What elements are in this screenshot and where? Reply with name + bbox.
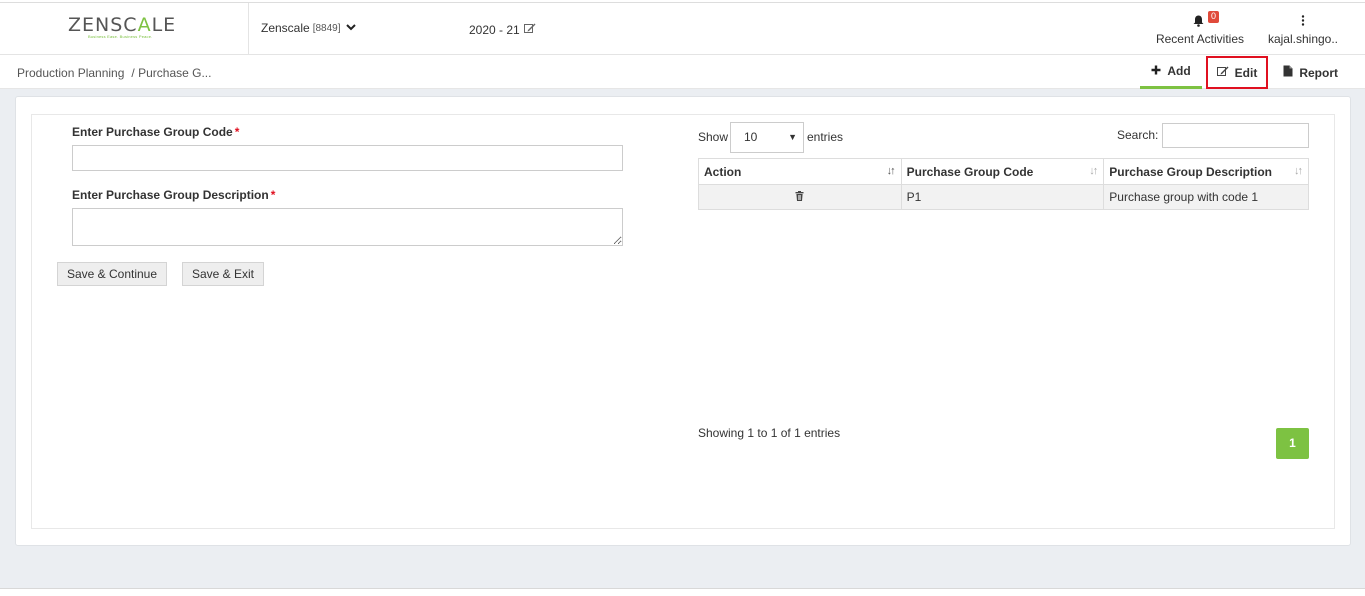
breadcrumb-bar: Production Planning / Purchase G... Add … xyxy=(0,56,1365,89)
edit-icon[interactable] xyxy=(523,23,536,37)
breadcrumb: Production Planning / Purchase G... xyxy=(17,66,211,80)
column-header-code[interactable]: Purchase Group Code ↓↑ xyxy=(900,158,1105,185)
save-exit-button[interactable]: Save & Exit xyxy=(182,262,264,286)
financial-year-label: 2020 - 21 xyxy=(469,23,520,37)
column-header-action[interactable]: Action ↓↑ xyxy=(698,158,902,185)
financial-year[interactable]: 2020 - 21 xyxy=(469,23,536,37)
purchase-group-code-label: Enter Purchase Group Code * xyxy=(72,125,239,139)
caret-down-icon: ▼ xyxy=(788,132,797,142)
bell-icon xyxy=(1193,15,1204,27)
column-header-label: Purchase Group Code xyxy=(906,164,1034,179)
plus-icon xyxy=(1151,64,1161,78)
company-selector[interactable]: Zenscale [8849] xyxy=(261,21,356,35)
purchase-group-description-label-text: Enter Purchase Group Description xyxy=(72,188,269,202)
column-header-label: Purchase Group Description xyxy=(1109,164,1272,179)
top-bar: ZENSCALE Business Ease. Business Peace. … xyxy=(0,2,1365,55)
entries-label: entries xyxy=(807,130,844,144)
logo-area[interactable]: ZENSCALE Business Ease. Business Peace. xyxy=(0,3,249,55)
edit-label: Edit xyxy=(1234,65,1258,80)
breadcrumb-root[interactable]: Production Planning xyxy=(17,66,124,80)
action-cell xyxy=(698,184,902,210)
column-header-label: Action xyxy=(704,164,742,179)
breadcrumb-current: / Purchase G... xyxy=(131,66,212,80)
report-label: Report xyxy=(1299,65,1338,80)
logo-tagline: Business Ease. Business Peace. xyxy=(88,34,153,39)
show-label: Show xyxy=(698,130,729,144)
purchase-group-description-textarea[interactable] xyxy=(72,208,623,246)
company-name: Zenscale xyxy=(261,21,310,35)
report-button[interactable]: Report xyxy=(1272,56,1349,89)
user-menu[interactable]: kajal.shingo.. xyxy=(1262,9,1344,49)
purchase-group-code-input[interactable] xyxy=(72,145,623,171)
company-code: [8849] xyxy=(312,22,341,34)
purchase-group-description-label: Enter Purchase Group Description * xyxy=(72,188,275,202)
add-button[interactable]: Add xyxy=(1140,56,1202,89)
chevron-down-icon xyxy=(345,23,356,34)
required-marker: * xyxy=(234,125,240,139)
page-button-1[interactable]: 1 xyxy=(1276,428,1309,459)
table-info: Showing 1 to 1 of 1 entries xyxy=(698,426,841,440)
page-size-value: 10 xyxy=(744,130,758,144)
trash-icon[interactable] xyxy=(795,190,804,204)
divider xyxy=(0,588,1365,589)
page-size-select[interactable]: 10 ▼ xyxy=(730,122,804,153)
search-input[interactable] xyxy=(1162,123,1309,148)
edit-icon xyxy=(1216,66,1229,80)
column-header-description[interactable]: Purchase Group Description ↓↑ xyxy=(1103,158,1309,185)
page-actions: Add Edit Report xyxy=(1140,56,1349,89)
recent-activities-label: Recent Activities xyxy=(1155,32,1245,46)
search-label: Search: xyxy=(1117,128,1159,142)
sort-icon: ↓↑ xyxy=(1089,165,1098,177)
logo: ZENSCALE xyxy=(68,14,177,36)
document-icon xyxy=(1283,65,1293,80)
sort-icon: ↓↑ xyxy=(1294,165,1303,177)
edit-button[interactable]: Edit xyxy=(1205,56,1269,89)
purchase-group-table: Action ↓↑ Purchase Group Code ↓↑ Purchas… xyxy=(698,158,1309,210)
purchase-group-code-label-text: Enter Purchase Group Code xyxy=(72,125,233,139)
description-cell: Purchase group with code 1 xyxy=(1103,184,1309,210)
code-cell: P1 xyxy=(900,184,1105,210)
kebab-icon xyxy=(1301,15,1305,29)
recent-activities[interactable]: 0 Recent Activities xyxy=(1150,9,1250,49)
save-continue-button[interactable]: Save & Continue xyxy=(57,262,167,286)
sort-asc-icon: ↓↑ xyxy=(886,165,896,177)
table-row: P1 Purchase group with code 1 xyxy=(698,184,1309,210)
table-header-row: Action ↓↑ Purchase Group Code ↓↑ Purchas… xyxy=(698,158,1309,185)
username: kajal.shingo.. xyxy=(1267,32,1339,46)
add-label: Add xyxy=(1167,64,1191,78)
required-marker: * xyxy=(270,188,276,202)
notification-badge: 0 xyxy=(1208,11,1220,23)
